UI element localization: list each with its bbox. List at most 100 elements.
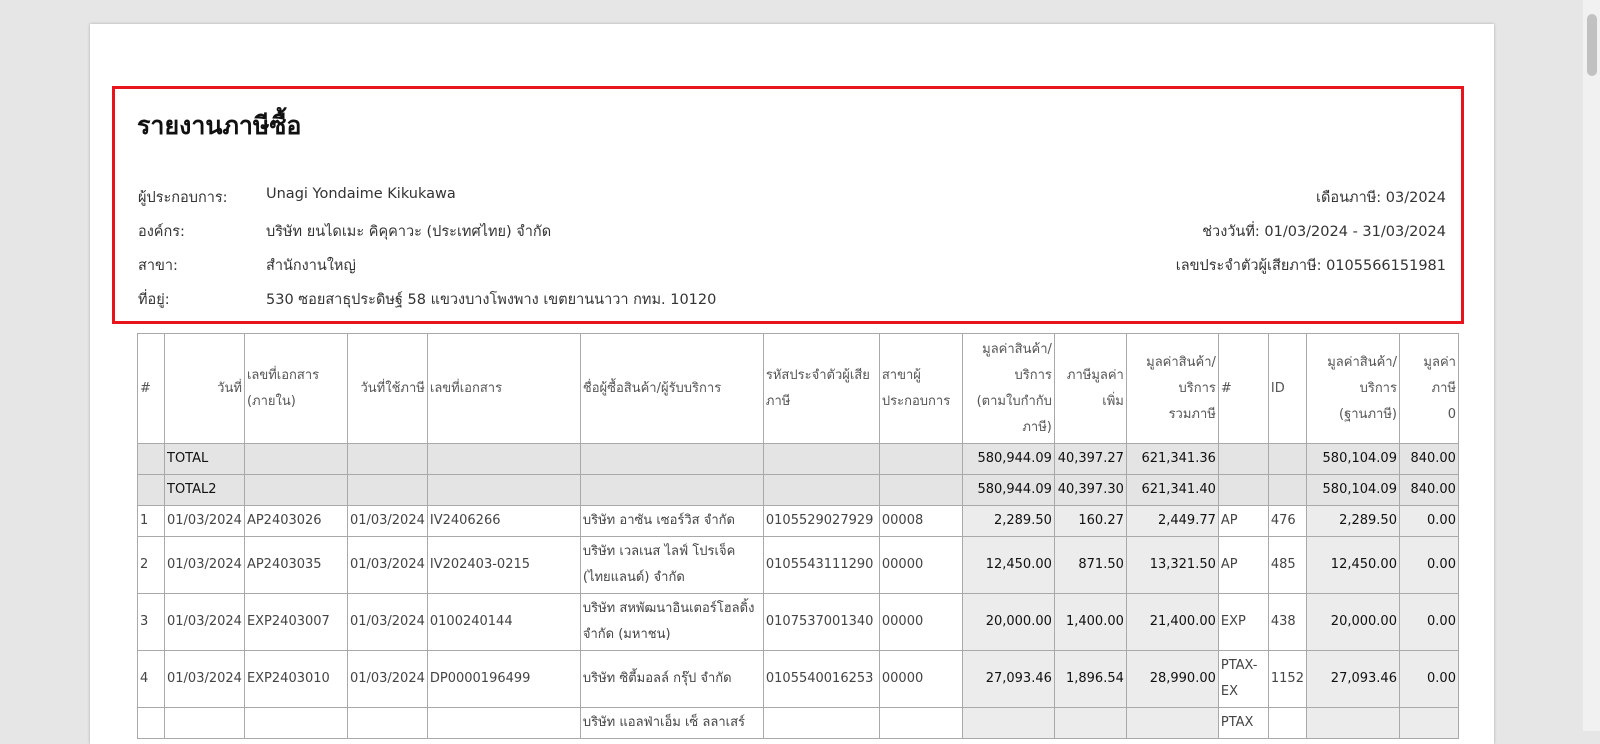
table-cell bbox=[1267, 443, 1307, 475]
col-header[interactable]: เลขที่เอกสาร bbox=[426, 333, 581, 444]
table-cell bbox=[164, 707, 245, 739]
row-type: EXP bbox=[1217, 593, 1269, 651]
table-cell bbox=[878, 443, 963, 475]
row-number: 3 bbox=[137, 593, 165, 651]
row-vat: 1,400.00 bbox=[1053, 593, 1127, 651]
row-tax-id: 0105540016253 bbox=[762, 650, 880, 708]
tax-id: เลขประจำตัวผู้เสียภาษี: 0105566151981 bbox=[1175, 258, 1446, 274]
col-header[interactable]: มูลค่าสินค้า/บริการ รวมภาษี bbox=[1125, 333, 1219, 444]
row-vendor: บริษัท สหพัฒนาอินเตอร์โฮลดิ้ง จำกัด (มหา… bbox=[579, 593, 764, 651]
row-internal-doc: EXP2403007 bbox=[243, 593, 348, 651]
row-id: 1152 bbox=[1267, 650, 1307, 708]
total-zero: 840.00 bbox=[1398, 443, 1459, 475]
col-header[interactable]: # bbox=[137, 333, 165, 444]
table-cell bbox=[137, 443, 165, 475]
table-cell bbox=[426, 707, 581, 739]
tax-month: เดือนภาษี: 03/2024 bbox=[1316, 190, 1446, 206]
table-row[interactable]: 3 01/03/2024 EXP2403007 01/03/2024 010024014… bbox=[137, 593, 1459, 651]
col-header[interactable]: สาขาผู้ ประกอบการ bbox=[878, 333, 963, 444]
row-base: 27,093.46 bbox=[1305, 650, 1400, 708]
col-header[interactable]: รหัสประจำตัวผู้เสีย ภาษี bbox=[762, 333, 880, 444]
table-cell bbox=[961, 707, 1055, 739]
address-label: ที่อยู่: bbox=[138, 292, 170, 308]
row-zero: 0.00 bbox=[1398, 505, 1459, 537]
col-header[interactable]: มูลค่าภาษี 0 bbox=[1398, 333, 1459, 444]
table-row[interactable]: 2 01/03/2024 AP2403035 01/03/2024 IV202403-0… bbox=[137, 536, 1459, 594]
operator-label: ผู้ประกอบการ: bbox=[138, 190, 228, 206]
address-value: 530 ซอยสาธุประดิษฐ์ 58 แขวงบางโพงพาง เขต… bbox=[266, 292, 717, 308]
row-tax-id: 0107537001340 bbox=[762, 593, 880, 651]
col-header[interactable]: ภาษีมูลค่า เพิ่ม bbox=[1053, 333, 1127, 444]
row-vat: 1,896.54 bbox=[1053, 650, 1127, 708]
col-header[interactable]: มูลค่าสินค้า/บริการ (ตามใบกำกับ ภาษี) bbox=[961, 333, 1055, 444]
table-cell bbox=[762, 443, 880, 475]
row-tax-date: 01/03/2024 bbox=[346, 505, 428, 537]
row-date: 01/03/2024 bbox=[164, 650, 245, 708]
row-date: 01/03/2024 bbox=[164, 593, 245, 651]
row-branch: 00008 bbox=[878, 505, 963, 537]
operator-value: Unagi Yondaime Kikukawa bbox=[266, 186, 456, 202]
total-value: 580,944.09 bbox=[961, 474, 1055, 506]
table-row[interactable]: 4 01/03/2024 EXP2403010 01/03/2024 DP0000196… bbox=[137, 650, 1459, 708]
row-type: PTAX-EX bbox=[1217, 650, 1269, 708]
total-base: 580,104.09 bbox=[1305, 443, 1400, 475]
row-tax-date: 01/03/2024 bbox=[346, 650, 428, 708]
row-value: 27,093.46 bbox=[961, 650, 1055, 708]
total-vat: 40,397.30 bbox=[1053, 474, 1127, 506]
row-date: 01/03/2024 bbox=[164, 536, 245, 594]
date-range: ช่วงวันที่: 01/03/2024 - 31/03/2024 bbox=[1202, 224, 1446, 240]
row-branch: 00000 bbox=[878, 650, 963, 708]
row-zero: 0.00 bbox=[1398, 650, 1459, 708]
row-doc-no: IV2406266 bbox=[426, 505, 581, 537]
table-cell bbox=[426, 443, 581, 475]
col-header[interactable]: ชื่อผู้ซื้อสินค้า/ผู้รับบริการ bbox=[579, 333, 764, 444]
purchase-tax-table-wrap: # วันที่ เลขที่เอกสาร (ภายใน) วันที่ใช้ภา… bbox=[137, 333, 1459, 739]
col-header[interactable]: ID bbox=[1267, 333, 1307, 444]
table-cell bbox=[762, 474, 880, 506]
col-header[interactable]: วันที่ bbox=[164, 333, 245, 444]
total-vat: 40,397.27 bbox=[1053, 443, 1127, 475]
table-body: TOTAL 580,944.09 40,397.27 621,341.36 580,10… bbox=[137, 443, 1459, 739]
row-base: 2,289.50 bbox=[1305, 505, 1400, 537]
row-type: PTAX bbox=[1217, 707, 1269, 739]
org-label: องค์กร: bbox=[138, 224, 185, 240]
col-header[interactable]: # bbox=[1217, 333, 1269, 444]
row-base: 12,450.00 bbox=[1305, 536, 1400, 594]
table-cell bbox=[1217, 443, 1269, 475]
row-value: 12,450.00 bbox=[961, 536, 1055, 594]
total-row: TOTAL 580,944.09 40,397.27 621,341.36 580,10… bbox=[137, 443, 1459, 475]
table-cell bbox=[426, 474, 581, 506]
table-cell bbox=[878, 474, 963, 506]
table-cell bbox=[243, 443, 348, 475]
table-cell bbox=[1217, 474, 1269, 506]
table-header-row: # วันที่ เลขที่เอกสาร (ภายใน) วันที่ใช้ภา… bbox=[137, 333, 1459, 444]
table-row[interactable]: 1 01/03/2024 AP2403026 01/03/2024 IV2406266 บ… bbox=[137, 505, 1459, 537]
purchase-tax-table: # วันที่ เลขที่เอกสาร (ภายใน) วันที่ใช้ภา… bbox=[137, 333, 1459, 739]
col-header[interactable]: เลขที่เอกสาร (ภายใน) bbox=[243, 333, 348, 444]
row-vat: 871.50 bbox=[1053, 536, 1127, 594]
row-type: AP bbox=[1217, 536, 1269, 594]
table-cell bbox=[1267, 474, 1307, 506]
row-number: 4 bbox=[137, 650, 165, 708]
vertical-scrollbar[interactable] bbox=[1583, 0, 1600, 731]
total-sum: 621,341.40 bbox=[1125, 474, 1219, 506]
scrollbar-thumb[interactable] bbox=[1587, 14, 1597, 76]
row-type: AP bbox=[1217, 505, 1269, 537]
col-header[interactable]: มูลค่าสินค้า/บริการ (ฐานภาษี) bbox=[1305, 333, 1400, 444]
page-title: รายงานภาษีซื้อ bbox=[137, 111, 302, 140]
row-internal-doc: EXP2403010 bbox=[243, 650, 348, 708]
row-id: 476 bbox=[1267, 505, 1307, 537]
table-cell bbox=[346, 707, 428, 739]
row-internal-doc: AP2403035 bbox=[243, 536, 348, 594]
total-value: 580,944.09 bbox=[961, 443, 1055, 475]
table-cell bbox=[1267, 707, 1307, 739]
table-row[interactable]: บริษัท แอลฟ่าเอ็ม เซ็ ลลาเสร์ PTAX bbox=[137, 707, 1459, 739]
total-sum: 621,341.36 bbox=[1125, 443, 1219, 475]
table-cell bbox=[137, 474, 165, 506]
total-base: 580,104.09 bbox=[1305, 474, 1400, 506]
row-branch: 00000 bbox=[878, 536, 963, 594]
col-header[interactable]: วันที่ใช้ภาษี bbox=[346, 333, 428, 444]
total-row: TOTAL2 580,944.09 40,397.30 621,341.40 580,1… bbox=[137, 474, 1459, 506]
row-tax-date: 01/03/2024 bbox=[346, 536, 428, 594]
table-cell bbox=[1053, 707, 1127, 739]
